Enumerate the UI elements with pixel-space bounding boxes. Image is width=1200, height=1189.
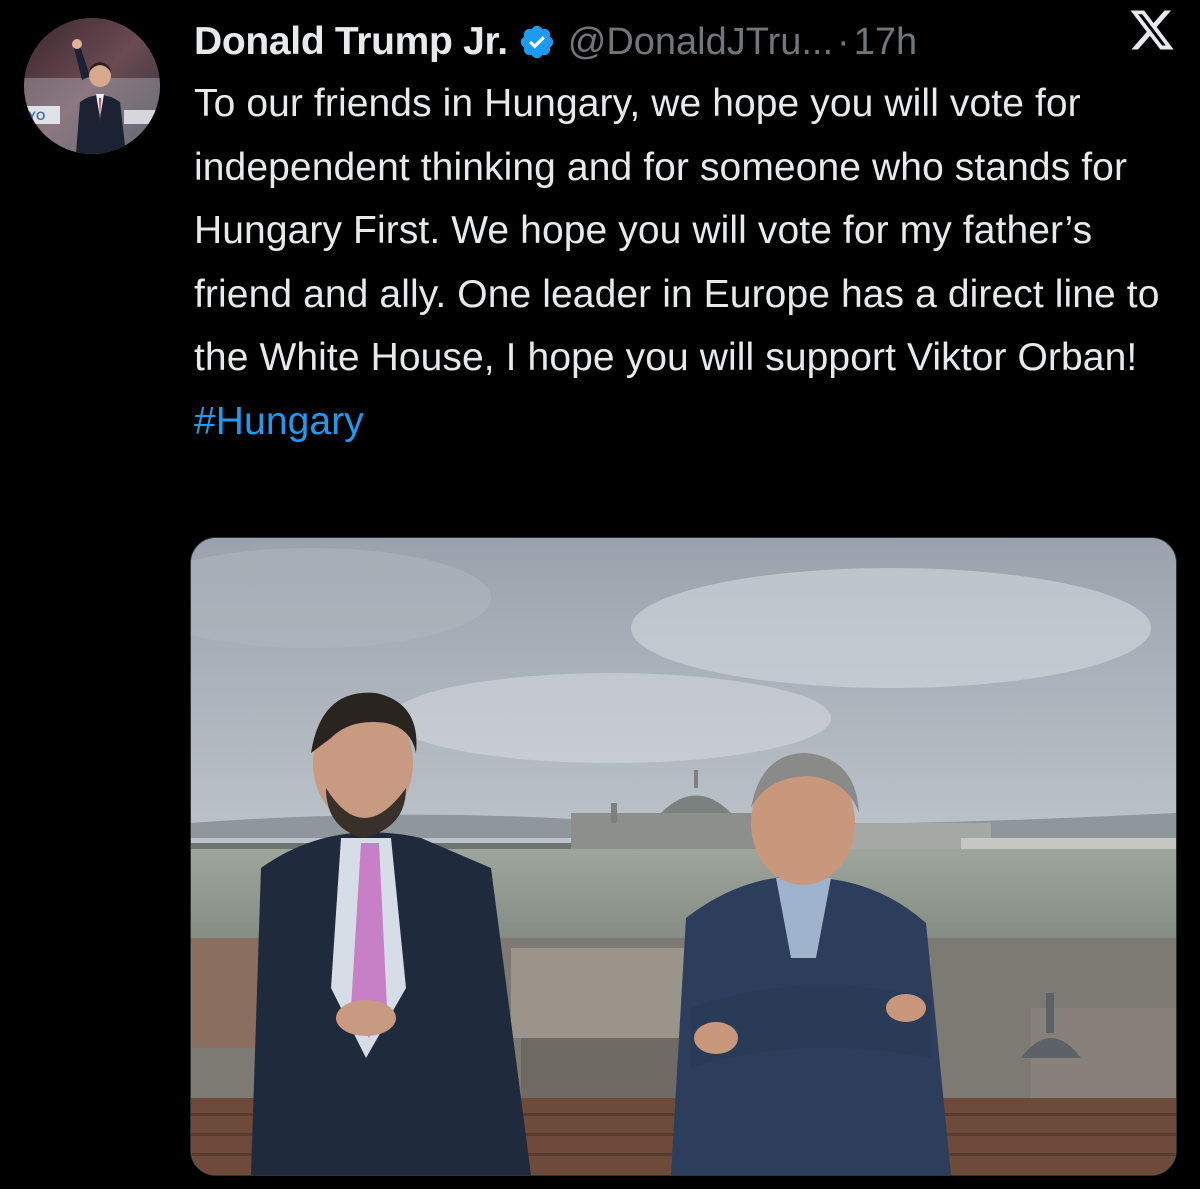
tweet-timestamp[interactable]: 17h: [854, 21, 917, 64]
author-display-name[interactable]: Donald Trump Jr.: [194, 20, 508, 64]
tweet-text: To our friends in Hungary, we hope you w…: [194, 72, 1179, 453]
tweet-text-main: To our friends in Hungary, we hope you w…: [194, 82, 1160, 379]
photo-icon: [191, 538, 1176, 1175]
avatar[interactable]: YO: [24, 18, 160, 154]
separator-dot: ·: [837, 20, 850, 63]
tweet-header: Donald Trump Jr. @DonaldJTru... · 17h: [194, 14, 1176, 70]
tweet[interactable]: YO Donald Trump Jr. @DonaldJTru... · 17h: [0, 0, 1200, 1189]
tweet-photo[interactable]: [190, 537, 1177, 1176]
verified-badge-icon[interactable]: [518, 23, 556, 61]
profile-photo-icon: YO: [24, 18, 160, 154]
author-handle[interactable]: @DonaldJTru...: [568, 21, 833, 64]
svg-text:YO: YO: [28, 109, 45, 123]
x-logo-icon[interactable]: [1128, 6, 1176, 54]
hashtag-link[interactable]: #Hungary: [194, 400, 364, 443]
